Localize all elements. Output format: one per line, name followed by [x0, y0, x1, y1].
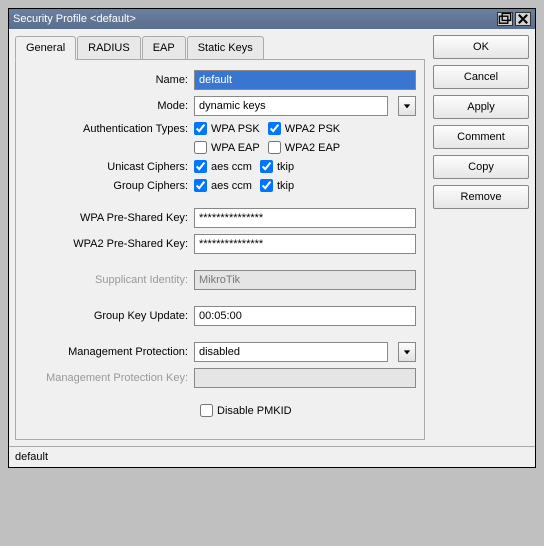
restore-button[interactable]: [497, 12, 513, 26]
ok-button[interactable]: OK: [433, 35, 529, 59]
mgmt-protection-key-input: [194, 368, 416, 388]
chevron-down-icon: [403, 348, 411, 356]
tab-general[interactable]: General: [15, 36, 76, 60]
group-aes-label: aes ccm: [211, 180, 252, 192]
supplicant-input: [194, 270, 416, 290]
group-tkip-label: tkip: [277, 180, 294, 192]
wpa-eap-label: WPA EAP: [211, 142, 260, 154]
apply-button[interactable]: Apply: [433, 95, 529, 119]
group-label: Group Ciphers:: [24, 180, 194, 192]
unicast-label: Unicast Ciphers:: [24, 161, 194, 173]
wpa-psk-label: WPA PSK: [211, 123, 260, 135]
unicast-aes-label: aes ccm: [211, 161, 252, 173]
mgmt-protection-key-label: Management Protection Key:: [24, 372, 194, 384]
tab-radius[interactable]: RADIUS: [77, 36, 141, 59]
wpa2-eap-checkbox[interactable]: [268, 141, 281, 154]
mode-select[interactable]: dynamic keys: [194, 96, 388, 116]
mgmt-protection-select[interactable]: disabled: [194, 342, 388, 362]
close-button[interactable]: [515, 12, 531, 26]
wpa-psk-key-label: WPA Pre-Shared Key:: [24, 212, 194, 224]
mode-dropdown-button[interactable]: [398, 96, 416, 116]
unicast-aes-checkbox[interactable]: [194, 160, 207, 173]
tab-eap[interactable]: EAP: [142, 36, 186, 59]
chevron-down-icon: [403, 102, 411, 110]
mode-label: Mode:: [24, 100, 194, 112]
wpa-psk-input[interactable]: [194, 208, 416, 228]
remove-button[interactable]: Remove: [433, 185, 529, 209]
wpa2-psk-key-label: WPA2 Pre-Shared Key:: [24, 238, 194, 250]
wpa2-psk-label: WPA2 PSK: [285, 123, 340, 135]
group-key-update-input[interactable]: [194, 306, 416, 326]
wpa2-eap-label: WPA2 EAP: [285, 142, 340, 154]
mgmt-protection-dropdown-button[interactable]: [398, 342, 416, 362]
group-aes-checkbox[interactable]: [194, 179, 207, 192]
cancel-button[interactable]: Cancel: [433, 65, 529, 89]
unicast-tkip-label: tkip: [277, 161, 294, 173]
disable-pmkid-label: Disable PMKID: [217, 405, 292, 417]
tabs: General RADIUS EAP Static Keys: [15, 36, 425, 60]
name-label: Name:: [24, 74, 194, 86]
auth-types-label: Authentication Types:: [24, 123, 194, 135]
disable-pmkid-checkbox[interactable]: [200, 404, 213, 417]
unicast-tkip-checkbox[interactable]: [260, 160, 273, 173]
wpa-psk-checkbox[interactable]: [194, 122, 207, 135]
supplicant-label: Supplicant Identity:: [24, 274, 194, 286]
status-bar: default: [9, 446, 535, 467]
security-profile-window: Security Profile <default> General RADIU…: [8, 8, 536, 468]
comment-button[interactable]: Comment: [433, 125, 529, 149]
group-tkip-checkbox[interactable]: [260, 179, 273, 192]
group-key-update-label: Group Key Update:: [24, 310, 194, 322]
titlebar[interactable]: Security Profile <default>: [9, 9, 535, 29]
tab-body-general: Name: Mode: dynamic keys Authent: [15, 59, 425, 440]
name-input[interactable]: [194, 70, 416, 90]
wpa2-psk-input[interactable]: [194, 234, 416, 254]
window-title: Security Profile <default>: [13, 13, 497, 25]
wpa-eap-checkbox[interactable]: [194, 141, 207, 154]
copy-button[interactable]: Copy: [433, 155, 529, 179]
tab-static-keys[interactable]: Static Keys: [187, 36, 264, 59]
wpa2-psk-checkbox[interactable]: [268, 122, 281, 135]
mgmt-protection-label: Management Protection:: [24, 346, 194, 358]
